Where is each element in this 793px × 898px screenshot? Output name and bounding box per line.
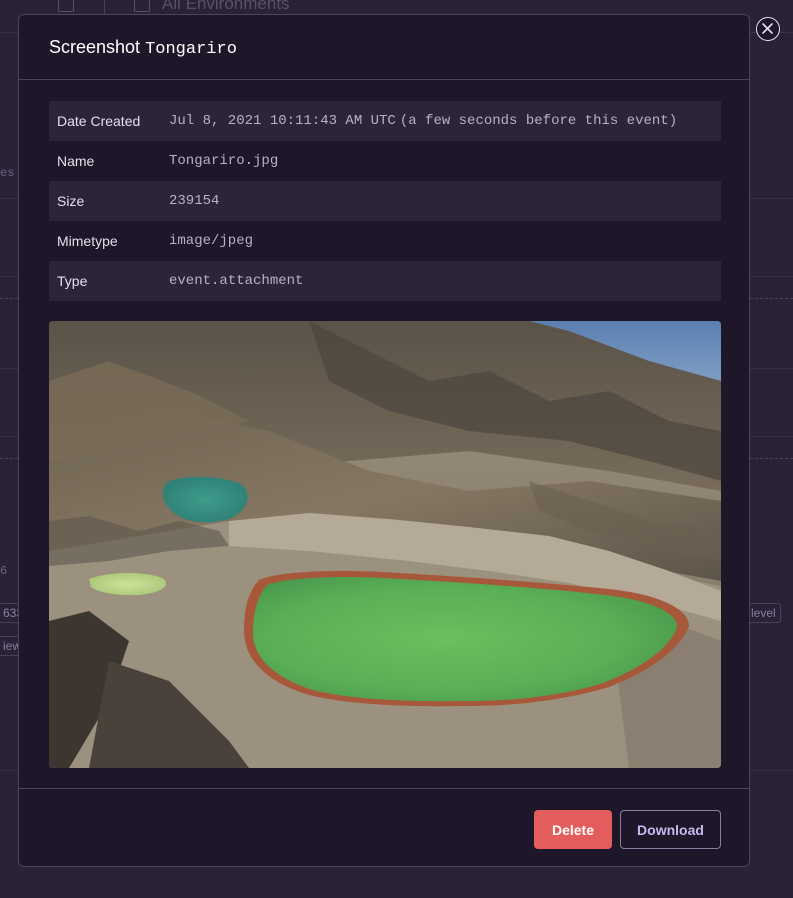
row-key: Size xyxy=(57,193,85,209)
table-row: Name Tongariro.jpg xyxy=(49,141,721,181)
close-icon xyxy=(762,23,773,34)
row-value: image/jpeg xyxy=(169,233,254,249)
modal-header: Screenshot Tongariro xyxy=(19,15,749,80)
modal-title: Screenshot Tongariro xyxy=(49,37,237,59)
title-filename: Tongariro xyxy=(145,40,237,59)
table-row: Mimetype image/jpeg xyxy=(49,221,721,261)
title-prefix: Screenshot xyxy=(49,37,141,57)
background-text: 6 xyxy=(0,564,8,578)
row-key: Type xyxy=(57,273,88,289)
screenshot-image xyxy=(49,321,721,768)
row-value: event.attachment xyxy=(169,273,304,289)
delete-button[interactable]: Delete xyxy=(534,810,612,849)
row-value: Tongariro.jpg xyxy=(169,153,279,169)
lock-icon xyxy=(58,0,74,12)
row-key: Date Created xyxy=(57,113,141,129)
relative-time: (a few seconds before this event) xyxy=(399,113,678,129)
attachment-details-table: Date Created Jul 8, 2021 10:11:43 AM UTC… xyxy=(49,101,721,301)
calendar-icon xyxy=(134,0,150,12)
background-text: es xyxy=(0,166,15,180)
table-row: Type event.attachment xyxy=(49,261,721,301)
row-value: 239154 xyxy=(169,193,220,209)
table-row: Date Created Jul 8, 2021 10:11:43 AM UTC… xyxy=(49,101,721,141)
modal-footer: Delete Download xyxy=(19,788,749,868)
background-chip: level xyxy=(746,603,781,623)
close-button[interactable] xyxy=(756,17,780,41)
screenshot-modal: Screenshot Tongariro Date Created Jul 8,… xyxy=(18,14,780,868)
row-value: Jul 8, 2021 10:11:43 AM UTC (a few second… xyxy=(169,113,677,129)
download-button[interactable]: Download xyxy=(620,810,721,849)
row-key: Name xyxy=(57,153,95,169)
date-value: Jul 8, 2021 10:11:43 AM UTC xyxy=(169,113,396,129)
table-row: Size 239154 xyxy=(49,181,721,221)
environment-selector[interactable]: All Environments xyxy=(162,0,290,14)
row-key: Mimetype xyxy=(57,233,118,249)
